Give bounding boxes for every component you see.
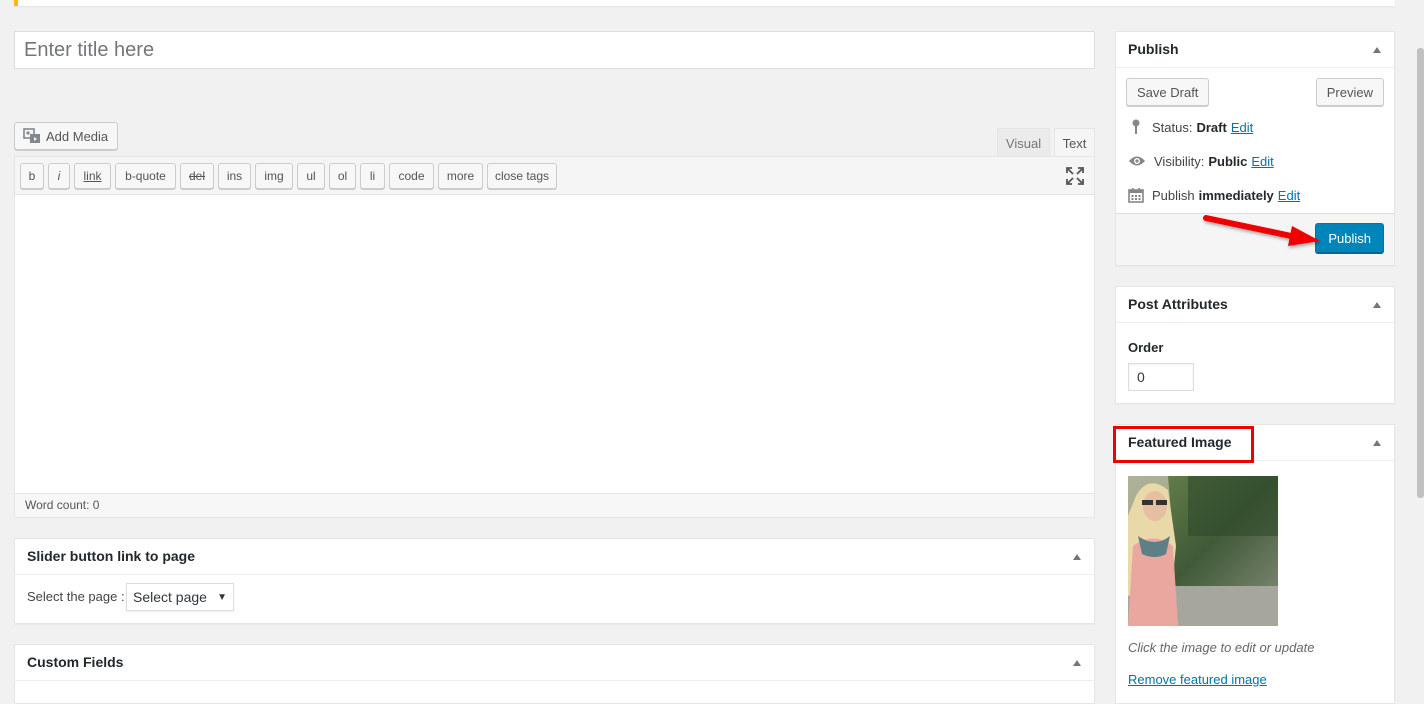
publish-box-header[interactable]: Publish [1116, 32, 1394, 68]
save-draft-button[interactable]: Save Draft [1126, 78, 1210, 106]
status-value: Draft [1196, 119, 1227, 135]
custom-fields-box: Custom Fields [14, 644, 1095, 704]
collapse-toggle-icon[interactable] [1073, 554, 1081, 560]
eye-icon [1128, 152, 1146, 170]
tab-visual[interactable]: Visual [997, 128, 1050, 157]
select-page-label: Select the page : [27, 589, 125, 604]
collapse-toggle-icon[interactable] [1373, 302, 1381, 308]
preview-button[interactable]: Preview [1315, 78, 1384, 106]
edit-visibility-link[interactable]: Edit [1251, 154, 1273, 169]
content-textarea[interactable] [15, 195, 1094, 495]
order-label: Order [1128, 340, 1164, 355]
collapse-toggle-icon[interactable] [1373, 440, 1381, 446]
qt-italic-button[interactable]: i [48, 163, 70, 189]
visibility-row: Visibility: Public Edit [1128, 152, 1274, 170]
featured-image-thumbnail[interactable] [1128, 476, 1278, 626]
schedule-row: Publish immediately Edit [1128, 186, 1300, 204]
qt-del-button[interactable]: del [180, 163, 214, 189]
select-page-value: Select page [133, 589, 207, 605]
post-attributes-header[interactable]: Post Attributes [1116, 287, 1394, 323]
page-scrollbar[interactable] [1417, 48, 1424, 498]
publish-box-title: Publish [1128, 41, 1179, 57]
pin-icon [1128, 118, 1144, 136]
featured-image-hint: Click the image to edit or update [1128, 640, 1315, 655]
calendar-icon [1128, 186, 1144, 204]
visibility-label: Visibility: [1154, 153, 1205, 169]
edit-publish-time-link[interactable]: Edit [1278, 188, 1300, 203]
status-row: Status: Draft Edit [1128, 118, 1253, 136]
select-page-dropdown[interactable]: Select page ▼ [126, 583, 234, 611]
publish-time-value: immediately [1198, 187, 1274, 203]
slider-link-title: Slider button link to page [27, 548, 195, 564]
post-attributes-title: Post Attributes [1128, 296, 1228, 312]
qt-more-button[interactable]: more [438, 163, 483, 189]
qt-ins-button[interactable]: ins [218, 163, 251, 189]
qt-img-button[interactable]: img [255, 163, 293, 189]
word-count: Word count: 0 [15, 493, 1094, 517]
admin-notice [14, 0, 1395, 6]
qt-link-button[interactable]: link [74, 163, 111, 189]
qt-li-button[interactable]: li [360, 163, 385, 189]
post-attributes-box: Post Attributes Order [1115, 286, 1395, 404]
featured-image-box: Featured Image Click the image to edit o… [1115, 424, 1395, 704]
add-media-label: Add Media [46, 128, 109, 144]
qt-bquote-button[interactable]: b-quote [115, 163, 176, 189]
post-title-input[interactable] [14, 31, 1095, 69]
annotation-arrow-icon [1203, 215, 1320, 246]
custom-fields-header[interactable]: Custom Fields [15, 645, 1094, 681]
publish-time-label: Publish [1152, 187, 1195, 203]
chevron-down-icon: ▼ [217, 592, 227, 603]
slider-link-box: Slider button link to page Select the pa… [14, 538, 1095, 624]
status-label: Status: [1152, 119, 1193, 135]
add-media-button[interactable]: Add Media [14, 122, 119, 150]
edit-status-link[interactable]: Edit [1231, 120, 1253, 135]
order-input[interactable] [1128, 363, 1194, 391]
custom-fields-title: Custom Fields [27, 654, 124, 670]
tab-text[interactable]: Text [1054, 128, 1095, 158]
slider-link-header[interactable]: Slider button link to page [15, 539, 1094, 575]
qt-ul-button[interactable]: ul [297, 163, 325, 189]
media-icon [23, 128, 40, 143]
qt-code-button[interactable]: code [389, 163, 434, 189]
editor-container: b i link b-quote del ins img ul ol li co… [14, 156, 1095, 518]
collapse-toggle-icon[interactable] [1073, 660, 1081, 666]
quicktags-toolbar: b i link b-quote del ins img ul ol li co… [15, 157, 1094, 195]
fullscreen-icon[interactable] [1066, 167, 1084, 185]
qt-ol-button[interactable]: ol [329, 163, 356, 189]
qt-bold-button[interactable]: b [20, 163, 44, 189]
qt-close-tags-button[interactable]: close tags [487, 163, 557, 189]
collapse-toggle-icon[interactable] [1373, 47, 1381, 53]
visibility-value: Public [1208, 153, 1248, 169]
annotation-highlight-box [1113, 426, 1254, 463]
